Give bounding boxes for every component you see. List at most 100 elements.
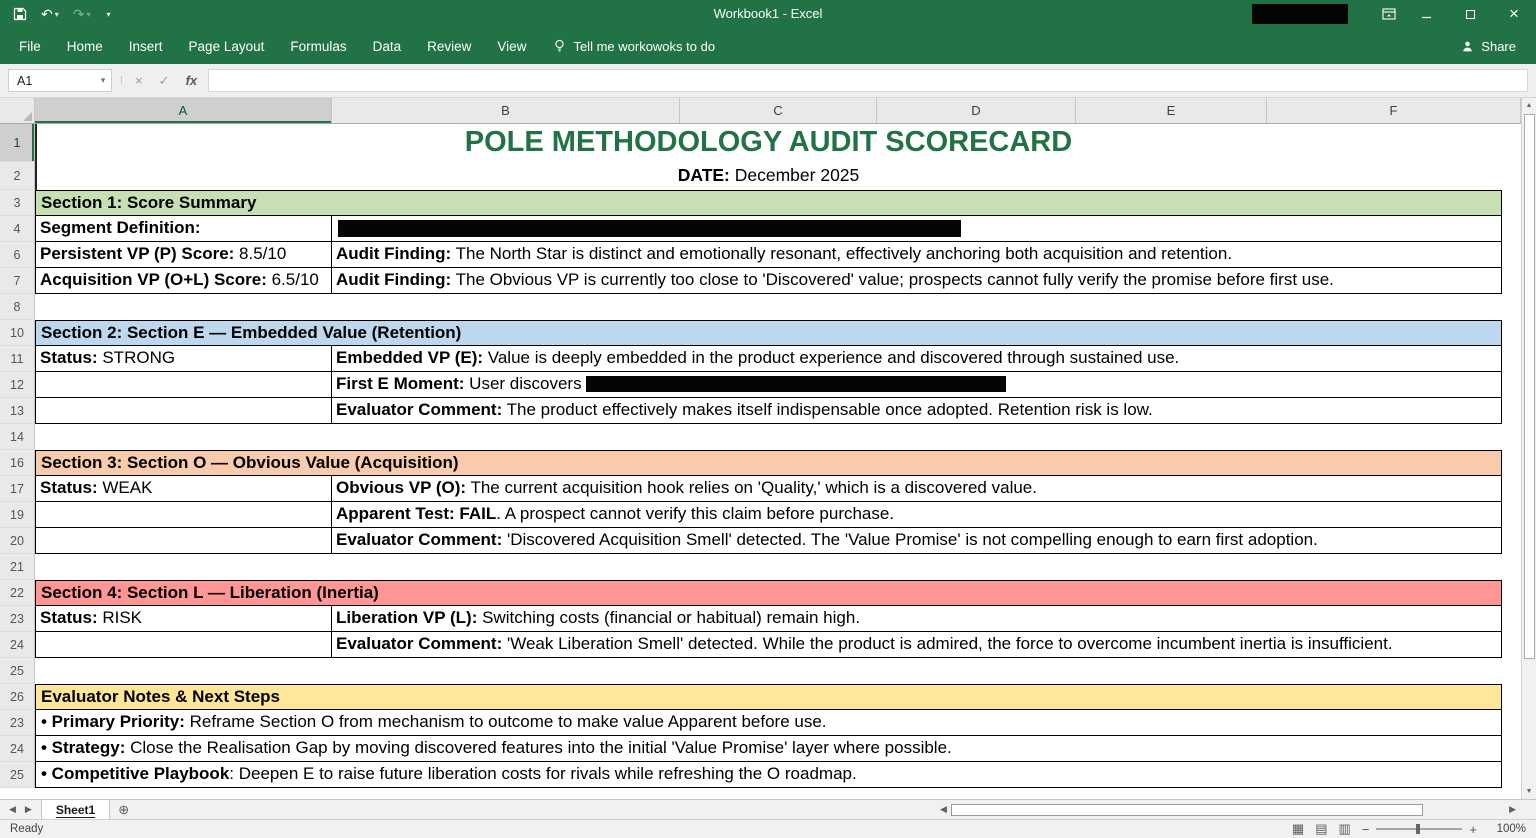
cell-A19[interactable]	[35, 502, 332, 528]
cell-B11[interactable]: Embedded VP (E): Value is deeply embedde…	[332, 346, 1502, 372]
row-header-10[interactable]: 10	[0, 320, 35, 346]
insert-function-button[interactable]: fx	[181, 73, 203, 88]
tab-formulas[interactable]: Formulas	[277, 28, 359, 64]
row-header-7[interactable]: 7	[0, 268, 35, 294]
row-header-note-1[interactable]: 23	[0, 710, 35, 736]
empty-cells[interactable]	[35, 554, 1502, 580]
row-header-25[interactable]: 25	[0, 658, 35, 684]
row-header-13[interactable]: 13	[0, 398, 35, 424]
row-header-16[interactable]: 16	[0, 450, 35, 476]
row-header-4[interactable]: 4	[0, 216, 35, 242]
tab-insert[interactable]: Insert	[116, 28, 176, 64]
vertical-scrollbar[interactable]: ▲ ▼	[1521, 98, 1536, 799]
cell-A23[interactable]: Status: RISK	[35, 606, 332, 632]
zoom-out-button[interactable]: −	[1362, 822, 1370, 837]
cell-note-2[interactable]: • Strategy: Close the Realisation Gap by…	[35, 736, 1502, 762]
column-header-F[interactable]: F	[1267, 98, 1521, 123]
horizontal-scrollbar[interactable]: ◀ ▶	[936, 800, 1536, 819]
horizontal-scrollbar-thumb[interactable]	[951, 804, 1423, 816]
tab-data[interactable]: Data	[360, 28, 415, 64]
scroll-down-icon[interactable]: ▼	[1522, 784, 1536, 799]
zoom-level[interactable]: 100%	[1488, 823, 1526, 835]
cell-B24[interactable]: Evaluator Comment: 'Weak Liberation Smel…	[332, 632, 1502, 658]
cell-note-1[interactable]: • Primary Priority: Reframe Section O fr…	[35, 710, 1502, 736]
empty-cells[interactable]	[35, 294, 1502, 320]
close-button[interactable]: ×	[1492, 0, 1536, 28]
sheet-tab-sheet1[interactable]: Sheet1	[41, 800, 110, 819]
tab-review[interactable]: Review	[414, 28, 484, 64]
cell-B23[interactable]: Liberation VP (L): Switching costs (fina…	[332, 606, 1502, 632]
add-sheet-button[interactable]: ⊕	[110, 800, 137, 819]
cell-A2-date[interactable]: DATE: December 2025	[35, 162, 1502, 190]
column-header-A[interactable]: A	[35, 98, 332, 123]
cell-B20[interactable]: Evaluator Comment: 'Discovered Acquisiti…	[332, 528, 1502, 554]
cell-B17[interactable]: Obvious VP (O): The current acquisition …	[332, 476, 1502, 502]
cell-B19[interactable]: Apparent Test: FAIL. A prospect cannot v…	[332, 502, 1502, 528]
redo-button[interactable]: ↷ ▾	[68, 2, 96, 26]
tab-page-layout[interactable]: Page Layout	[176, 28, 278, 64]
row-header-11[interactable]: 11	[0, 346, 35, 372]
cell-A6[interactable]: Persistent VP (P) Score: 8.5/10	[35, 242, 332, 268]
cancel-entry-button[interactable]: ×	[130, 73, 148, 88]
row-header-3[interactable]: 3	[0, 190, 35, 216]
row-header-14[interactable]: 14	[0, 424, 35, 450]
tab-home[interactable]: Home	[54, 28, 116, 64]
confirm-entry-button[interactable]: ✓	[154, 73, 175, 89]
cell-B4[interactable]	[332, 216, 1502, 242]
name-box[interactable]: A1 ▾	[8, 69, 112, 92]
empty-cells[interactable]	[35, 658, 1502, 684]
cell-note-3[interactable]: • Competitive Playbook: Deepen E to rais…	[35, 762, 1502, 788]
empty-cells[interactable]	[35, 424, 1502, 450]
scroll-up-icon[interactable]: ▲	[1522, 98, 1536, 113]
cell-A13[interactable]	[35, 398, 332, 424]
customize-qat-button[interactable]: ▾	[100, 2, 116, 26]
column-header-C[interactable]: C	[680, 98, 877, 123]
cell-A20[interactable]	[35, 528, 332, 554]
page-break-view-button[interactable]: ▥	[1339, 821, 1351, 837]
cell-section2-header[interactable]: Section 2: Section E — Embedded Value (R…	[35, 320, 1502, 346]
cell-A11[interactable]: Status: STRONG	[35, 346, 332, 372]
column-header-E[interactable]: E	[1076, 98, 1267, 123]
row-header-26[interactable]: 26	[0, 684, 35, 710]
column-header-D[interactable]: D	[877, 98, 1076, 123]
row-header-23[interactable]: 23	[0, 606, 35, 632]
row-header-22[interactable]: 22	[0, 580, 35, 606]
normal-view-button[interactable]: ▦	[1292, 821, 1304, 837]
maximize-button[interactable]	[1448, 0, 1492, 28]
zoom-in-button[interactable]: +	[1469, 822, 1477, 837]
cell-section3-header[interactable]: Section 3: Section O — Obvious Value (Ac…	[35, 450, 1502, 476]
cell-B7[interactable]: Audit Finding: The Obvious VP is current…	[332, 268, 1502, 294]
formula-input[interactable]	[208, 69, 1528, 92]
row-header-6[interactable]: 6	[0, 242, 35, 268]
cell-section1-header[interactable]: Section 1: Score Summary	[35, 190, 1502, 216]
row-header-19[interactable]: 19	[0, 502, 35, 528]
row-header-note-2[interactable]: 24	[0, 736, 35, 762]
scroll-right-icon[interactable]: ▶	[1505, 804, 1520, 815]
cell-A7[interactable]: Acquisition VP (O+L) Score: 6.5/10	[35, 268, 332, 294]
tell-me-box[interactable]: Tell me workowoks to do	[539, 28, 729, 64]
cell-A1-title[interactable]: POLE METHODOLOGY AUDIT SCORECARD	[35, 124, 1502, 162]
cell-A12[interactable]	[35, 372, 332, 398]
row-header-24[interactable]: 24	[0, 632, 35, 658]
vertical-scrollbar-thumb[interactable]	[1524, 114, 1535, 659]
save-button[interactable]	[8, 2, 32, 26]
row-header-20[interactable]: 20	[0, 528, 35, 554]
cell-A4[interactable]: Segment Definition:	[35, 216, 332, 242]
prev-sheet-icon[interactable]: ◀	[9, 804, 16, 815]
cell-section4-header[interactable]: Section 4: Section L — Liberation (Inert…	[35, 580, 1502, 606]
row-header-12[interactable]: 12	[0, 372, 35, 398]
undo-button[interactable]: ↶ ▾	[36, 2, 64, 26]
minimize-button[interactable]	[1404, 0, 1448, 28]
scroll-left-icon[interactable]: ◀	[936, 804, 951, 815]
cell-A24[interactable]	[35, 632, 332, 658]
row-header-8[interactable]: 8	[0, 294, 35, 320]
row-header-17[interactable]: 17	[0, 476, 35, 502]
tab-file[interactable]: File	[6, 28, 54, 64]
page-layout-view-button[interactable]: ▤	[1315, 821, 1327, 837]
select-all-button[interactable]	[0, 98, 35, 123]
row-header-21[interactable]: 21	[0, 554, 35, 580]
cell-A17[interactable]: Status: WEAK	[35, 476, 332, 502]
row-header-1[interactable]: 1	[0, 124, 35, 162]
next-sheet-icon[interactable]: ▶	[25, 804, 32, 815]
row-header-note-3[interactable]: 25	[0, 762, 35, 788]
